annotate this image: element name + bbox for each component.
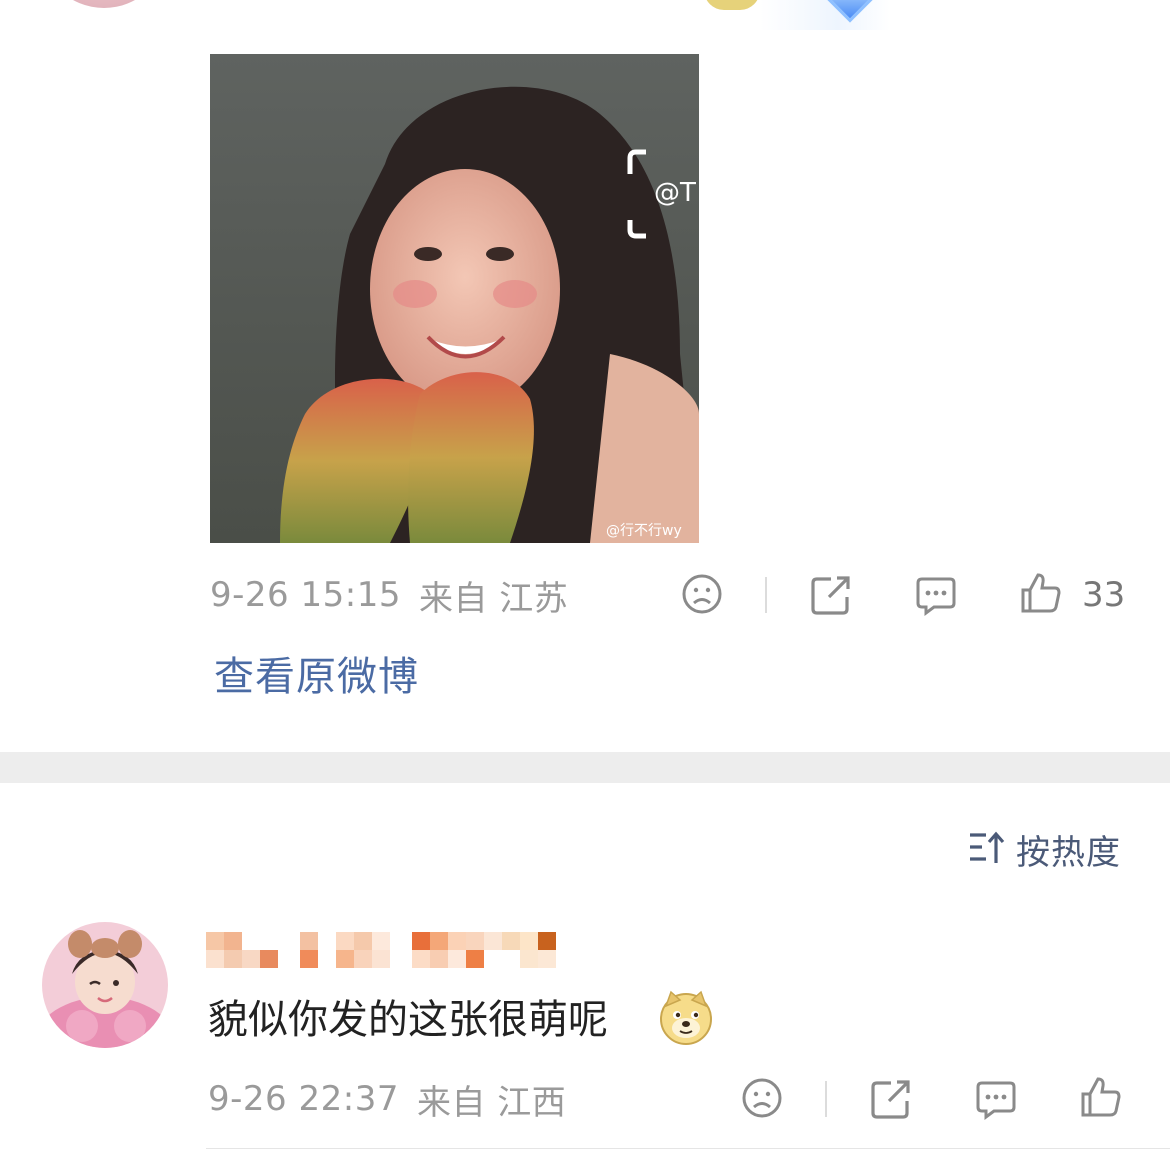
image-overlay-text: @T <box>654 178 696 208</box>
view-original-link[interactable]: 查看原微博 <box>214 652 419 702</box>
doge-emoji-icon <box>658 990 714 1046</box>
comment-share-icon[interactable] <box>868 1076 914 1122</box>
comment-location: 来自 江西 <box>416 1082 567 1123</box>
emoji-icon <box>704 0 760 10</box>
commenter-username[interactable] <box>206 930 566 970</box>
post-meta-row: 9-26 15:15 来自 江苏 <box>210 570 568 620</box>
comment-meta-row: 9-26 22:37 来自 江西 <box>208 1074 566 1124</box>
commenter-avatar[interactable] <box>42 922 168 1048</box>
image-watermark: @行不行wy <box>606 523 682 539</box>
comment-like-icon[interactable] <box>1078 1074 1124 1120</box>
like-icon[interactable] <box>1018 570 1064 616</box>
comment-dislike-icon[interactable] <box>740 1076 784 1120</box>
post-location: 来自 江苏 <box>418 578 569 619</box>
sort-button[interactable]: 按热度 <box>966 826 1121 873</box>
post-datetime: 9-26 15:15 <box>210 575 401 615</box>
comment-divider <box>206 1148 1170 1149</box>
sort-label: 按热度 <box>1016 832 1121 873</box>
sort-icon <box>966 827 1006 871</box>
comment-action-divider <box>825 1081 827 1117</box>
comment-text: 貌似你发的这张很萌呢 <box>208 997 608 1043</box>
previous-user-avatar[interactable] <box>40 0 168 8</box>
comment-datetime: 9-26 22:37 <box>208 1079 399 1119</box>
action-divider <box>765 577 767 613</box>
dislike-icon[interactable] <box>680 572 724 616</box>
badge-decoration <box>760 0 890 30</box>
like-count: 33 <box>1082 575 1126 615</box>
post-image[interactable] <box>210 54 699 543</box>
share-icon[interactable] <box>808 572 854 618</box>
comment-icon[interactable] <box>914 572 958 618</box>
section-separator <box>0 752 1170 783</box>
comment-reply-icon[interactable] <box>974 1076 1018 1122</box>
